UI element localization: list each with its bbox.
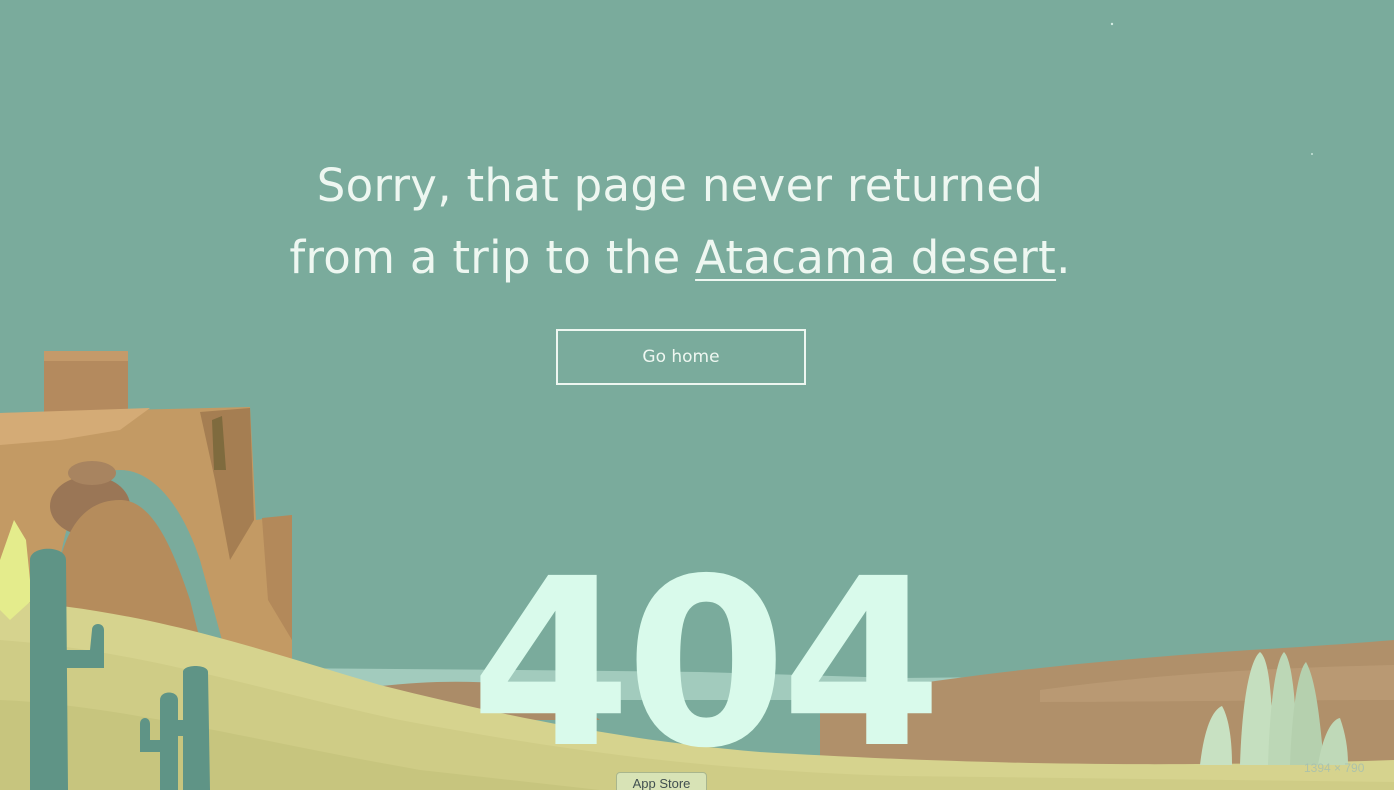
atacama-desert-link[interactable]: Atacama desert	[695, 231, 1056, 284]
go-home-button[interactable]: Go home	[556, 329, 806, 385]
message-line-1: Sorry, that page never returned	[316, 159, 1044, 212]
window-size-readout: 1394 × 790	[1304, 761, 1365, 775]
message-line-2-prefix: from a trip to the	[289, 231, 696, 284]
error-code-404: 404	[470, 529, 942, 790]
error-message: Sorry, that page never returned from a t…	[200, 150, 1160, 294]
message-line-2-suffix: .	[1056, 231, 1071, 284]
message-line-2: from a trip to the Atacama desert.	[200, 222, 1160, 294]
error-page: Sorry, that page never returned from a t…	[0, 0, 1394, 790]
app-store-dock-tooltip: App Store	[616, 772, 707, 790]
